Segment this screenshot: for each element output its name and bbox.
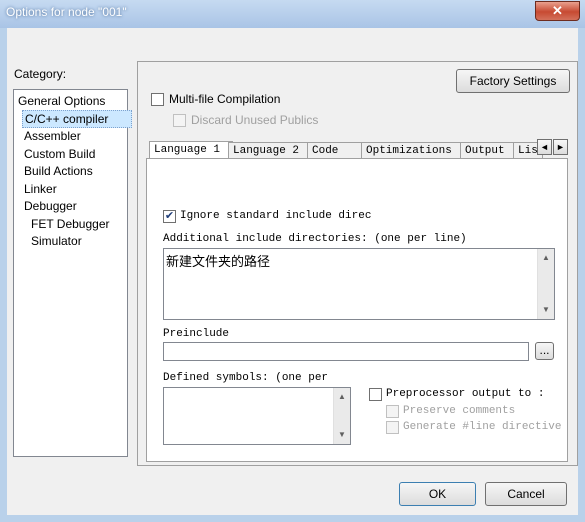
ok-button[interactable]: OK	[399, 482, 476, 506]
close-icon: ✕	[552, 3, 563, 18]
multifile-checkbox[interactable]	[151, 93, 164, 106]
preserve-comments-label: Preserve comments	[403, 405, 516, 417]
category-item-fet-debugger[interactable]: FET Debugger	[29, 216, 112, 232]
scroll-down-icon[interactable]: ▼	[540, 305, 552, 315]
category-list[interactable]: General Options C/C++ compiler Assembler…	[13, 89, 132, 457]
close-button[interactable]: ✕	[535, 1, 580, 21]
include-dirs-textarea[interactable]: 新建文件夹的路径 ▲ ▼	[163, 248, 555, 320]
generate-line-label: Generate #line directive	[403, 421, 562, 433]
include-dirs-scrollbar[interactable]: ▲ ▼	[537, 249, 554, 319]
category-label: Category:	[14, 67, 67, 81]
scroll-down-icon[interactable]: ▼	[336, 430, 348, 440]
preinclude-browse-button[interactable]: ...	[535, 342, 554, 360]
defined-symbols-scrollbar[interactable]: ▲ ▼	[333, 388, 350, 444]
category-item-assembler[interactable]: Assembler	[22, 128, 83, 144]
defined-symbols-label: Defined symbols: (one per	[163, 372, 329, 384]
factory-settings-button[interactable]: Factory Settings	[456, 69, 570, 93]
preinclude-input[interactable]	[163, 342, 529, 361]
preinclude-label: Preinclude	[163, 328, 230, 340]
preserve-comments-checkbox[interactable]	[386, 405, 399, 418]
category-item-simulator[interactable]: Simulator	[29, 233, 84, 249]
defined-symbols-textarea[interactable]: ▲ ▼	[163, 387, 351, 445]
category-item-general-options[interactable]: General Options	[16, 93, 107, 109]
preprocessor-output-checkbox[interactable]	[369, 388, 382, 401]
category-item-c-cpp-compiler[interactable]: C/C++ compiler	[22, 110, 132, 128]
scroll-up-icon[interactable]: ▲	[336, 392, 348, 402]
title-bar[interactable]: Options for node "001" ✕	[0, 0, 585, 28]
scroll-up-icon[interactable]: ▲	[540, 253, 552, 263]
tab-scroll-right-icon[interactable]: ►	[553, 139, 568, 155]
category-item-linker[interactable]: Linker	[22, 181, 59, 197]
tab-scroll-left-icon[interactable]: ◄	[537, 139, 552, 155]
category-item-debugger[interactable]: Debugger	[22, 198, 79, 214]
discard-label: Discard Unused Publics	[191, 113, 319, 127]
tab-code[interactable]: Code	[307, 142, 363, 159]
tab-optimizations[interactable]: Optimizations	[361, 142, 465, 159]
discard-checkbox[interactable]	[173, 114, 186, 127]
tab-language-2[interactable]: Language 2	[228, 142, 312, 159]
include-dirs-value: 新建文件夹的路径	[166, 254, 271, 269]
include-dirs-label: Additional include directories: (one per…	[163, 233, 467, 245]
check-icon: ✔	[164, 210, 175, 222]
preprocessor-output-label: Preprocessor output to :	[386, 388, 545, 400]
ignore-std-include-checkbox[interactable]: ✔	[163, 210, 176, 223]
ignore-std-include-label: Ignore standard include direc	[180, 210, 372, 222]
multifile-label: Multi-file Compilation	[169, 92, 281, 106]
options-dialog: Options for node "001" ✕ Category: Gener…	[0, 0, 585, 522]
cancel-button[interactable]: Cancel	[485, 482, 567, 506]
window-title: Options for node "001"	[6, 5, 127, 19]
generate-line-checkbox[interactable]	[386, 421, 399, 434]
tab-output[interactable]: Output	[460, 142, 518, 159]
category-item-custom-build[interactable]: Custom Build	[22, 146, 97, 162]
category-item-build-actions[interactable]: Build Actions	[22, 163, 95, 179]
